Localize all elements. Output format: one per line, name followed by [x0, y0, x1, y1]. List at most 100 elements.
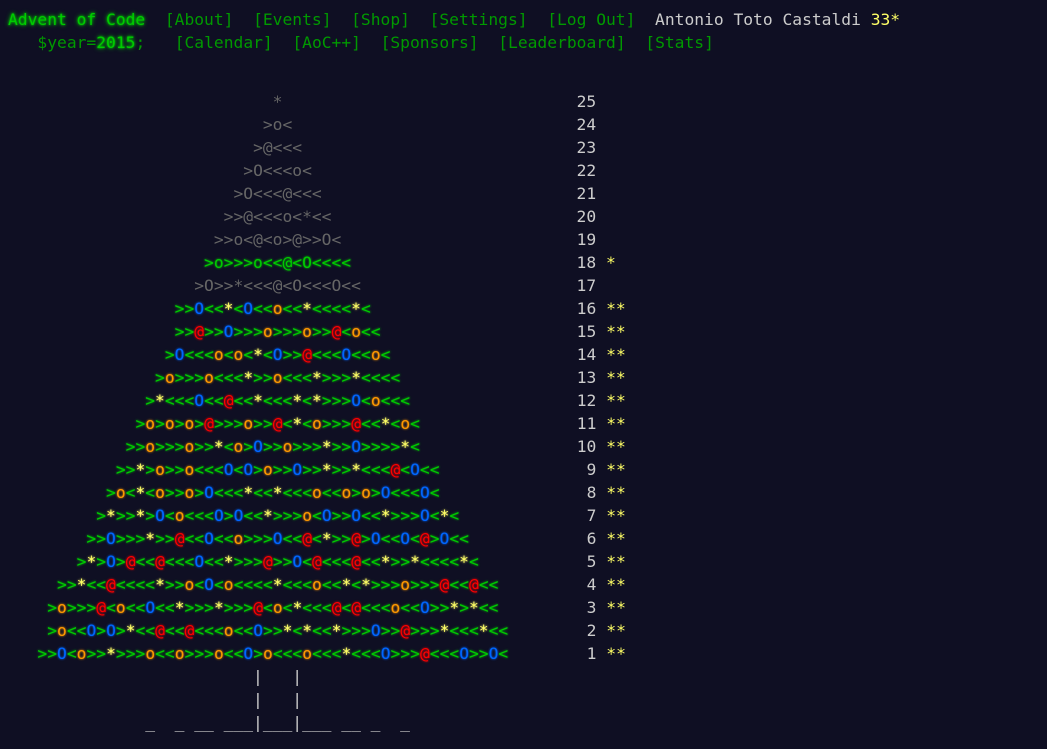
tree-ornament: <<	[135, 552, 156, 571]
year-suffix: ;	[135, 33, 146, 52]
calendar-day-11[interactable]: >o>o>o>@>>>o>>@<*<o>>>@<<*<o< 11 **	[8, 412, 626, 435]
nav-calendar[interactable]: [Calendar]	[175, 33, 273, 52]
tree-ornament: *	[106, 506, 116, 525]
calendar-day-6[interactable]: >>O>>>*>>@<<O<<o>>>O<<@<*>>@>O<<O<@>O<< …	[8, 527, 626, 550]
user-name[interactable]: Antonio Toto Castaldi	[655, 8, 861, 31]
day-number: 2	[576, 621, 597, 640]
day-stars: **	[606, 345, 626, 364]
calendar-day-24[interactable]: >o< 24	[8, 113, 626, 136]
calendar-day-3[interactable]: >o>>>@<o<<O<<*>>>*>>>@<o<*<<<@<@<<<o<<O>…	[8, 596, 626, 619]
calendar-day-21[interactable]: >O<<<@<<< 21	[8, 182, 626, 205]
calendar-day-19[interactable]: >>o<@<o>@>>O< 19	[8, 228, 626, 251]
calendar-day-16[interactable]: >>O<<*<O<<o<<*<<<<*< 16 **	[8, 297, 626, 320]
tree-ornament: <<	[361, 322, 381, 341]
calendar-day-4[interactable]: >>*<<@<<<<*>>o<O<o<<<<*<<<o<<*<*>>>o>>>@…	[8, 573, 626, 596]
tree-ornament: >>>	[184, 644, 214, 663]
nav-bottom: [Calendar] [AoC++] [Sponsors] [Leaderboa…	[175, 31, 714, 54]
tree-ornament: >>	[164, 483, 185, 502]
tree-ornament: O	[194, 299, 205, 318]
calendar-day-17[interactable]: >O>>*<<<@<O<<<O<< 17	[8, 274, 626, 297]
nav-log-out[interactable]: [Log Out]	[547, 10, 635, 29]
tree-ornament: *	[459, 552, 469, 571]
tree-ornament: *	[292, 414, 303, 433]
tree-ornament: <	[233, 299, 244, 318]
tree-ornament: >>	[469, 644, 489, 663]
day-stars: **	[606, 529, 626, 548]
tree-ornament: >>	[86, 644, 107, 663]
tree-ornament: *	[380, 552, 391, 571]
tree-ornament: <<<	[380, 391, 411, 410]
tree-ornament: *	[76, 575, 87, 594]
tree-ornament: O	[86, 621, 97, 640]
tree-ornament: <	[262, 345, 273, 364]
tree-ornament: O	[419, 506, 430, 525]
day-number: 13	[576, 368, 597, 387]
calendar-day-9[interactable]: >>*>o>>o<<<O<O>o>>O>>*>>*<<<@<O<< 9 **	[8, 458, 626, 481]
nav-stats[interactable]: [Stats]	[645, 33, 714, 52]
day-number: 6	[576, 529, 597, 548]
tree-ornament: @	[96, 598, 107, 617]
day-number: 12	[576, 391, 597, 410]
tree-ornament: *	[213, 598, 224, 617]
calendar-day-1[interactable]: >>O<o>>*>>>o<<o>>>o<<O>o<<<o<<<*<<<O>>>@…	[8, 642, 625, 665]
tree-ornament: <<	[449, 575, 469, 594]
tree-ornament: O	[233, 506, 244, 525]
tree-ornament: *	[311, 391, 322, 410]
day-stars: *	[605, 253, 616, 272]
tree-ornament: >>	[155, 529, 175, 548]
day-stars: **	[606, 506, 626, 525]
tree-ornament: @	[351, 414, 362, 433]
day-stars: **	[606, 322, 626, 341]
calendar-day-25[interactable]: * 25	[8, 90, 626, 113]
tree-ornament: >	[145, 460, 156, 479]
tree-ornament: <<	[243, 506, 263, 525]
tree-ornament: @	[263, 552, 273, 571]
tree-ornament: >	[145, 391, 156, 410]
tree-ornament: *	[341, 644, 352, 663]
calendar-day-12[interactable]: >*<<<O<<@<<*<<<*<*>>>O<o<<< 12 **	[8, 389, 626, 412]
day-stars: **	[606, 437, 626, 456]
tree-ornament: <	[302, 552, 313, 571]
tree-ornament: @	[272, 414, 283, 433]
nav-shop[interactable]: [Shop]	[351, 10, 410, 29]
tree-ornament: <	[468, 552, 479, 571]
tree-ornament: *	[351, 299, 361, 318]
tree-ornament: *	[125, 621, 136, 640]
calendar-day-7[interactable]: >*>>*>O<o<<<O>O<<*>>>o<O>>O<<*>>>O<*< 7 …	[8, 504, 626, 527]
tree-ornament: <<	[66, 621, 87, 640]
calendar-day-22[interactable]: >O<<<o< 22	[8, 159, 626, 182]
nav-events[interactable]: [Events]	[253, 10, 331, 29]
calendar-day-20[interactable]: >>@<<<o<*<< 20	[8, 205, 626, 228]
calendar-day-10[interactable]: >>o>>>o>>*<o>O>>o>>>*>>O>>>>*< 10 **	[8, 435, 626, 458]
calendar-day-18[interactable]: >o>>>o<<@<O<<<< 18 *	[8, 251, 626, 274]
tree-ornament: o	[282, 437, 293, 456]
tree-ornament: o	[164, 414, 175, 433]
tree-ornament: *	[439, 621, 450, 640]
nav-about[interactable]: [About]	[165, 10, 234, 29]
tree-ornament: *	[302, 299, 312, 318]
tree-ornament: @	[400, 621, 411, 640]
nav-aoc-plus-plus[interactable]: [AoC++]	[292, 33, 361, 52]
tree-ornament: >>	[174, 299, 195, 318]
tree-ornament: >	[174, 414, 185, 433]
tree-ornament: <<<	[351, 644, 381, 663]
site-title[interactable]: Advent of Code	[8, 8, 145, 31]
nav-settings[interactable]: [Settings]	[430, 10, 528, 29]
calendar-day-14[interactable]: >O<<<o<o<*<O>>@<<<O<<o< 14 **	[8, 343, 626, 366]
calendar-day-15[interactable]: >>@>>O>>>o>>>o>>@<o<< 15 **	[8, 320, 626, 343]
calendar-day-2[interactable]: >o<<O>O>*<<@<<@<<<o<<O>>*<*<<*>>>O>>@>>>…	[8, 619, 626, 642]
calendar-day-8[interactable]: >o<*<o>>o>O<<<*<<*<<<o<<o>o>O<<<O< 8 **	[8, 481, 626, 504]
tree-ornament: <<<	[361, 598, 391, 617]
tree-ornament: >>>	[233, 322, 263, 341]
calendar-day-13[interactable]: >o>>>o<<<*>>o<<<*>>>*<<<< 13 **	[8, 366, 626, 389]
tree-ornament: >	[47, 598, 58, 617]
tree-ornament: @	[184, 621, 195, 640]
day-number: 11	[576, 414, 597, 433]
tree-ornament: <<	[125, 598, 146, 617]
calendar-day-5[interactable]: >*>O>@<<@<<<O<<*>>>@>>O<@<<<@<<*>>*<<<<*…	[8, 550, 626, 573]
day-number: 1	[576, 644, 597, 663]
year-link[interactable]: 2015	[96, 31, 135, 54]
nav-leaderboard[interactable]: [Leaderboard]	[498, 33, 625, 52]
nav-sponsors[interactable]: [Sponsors]	[381, 33, 479, 52]
calendar-day-23[interactable]: >@<<< 23	[8, 136, 626, 159]
